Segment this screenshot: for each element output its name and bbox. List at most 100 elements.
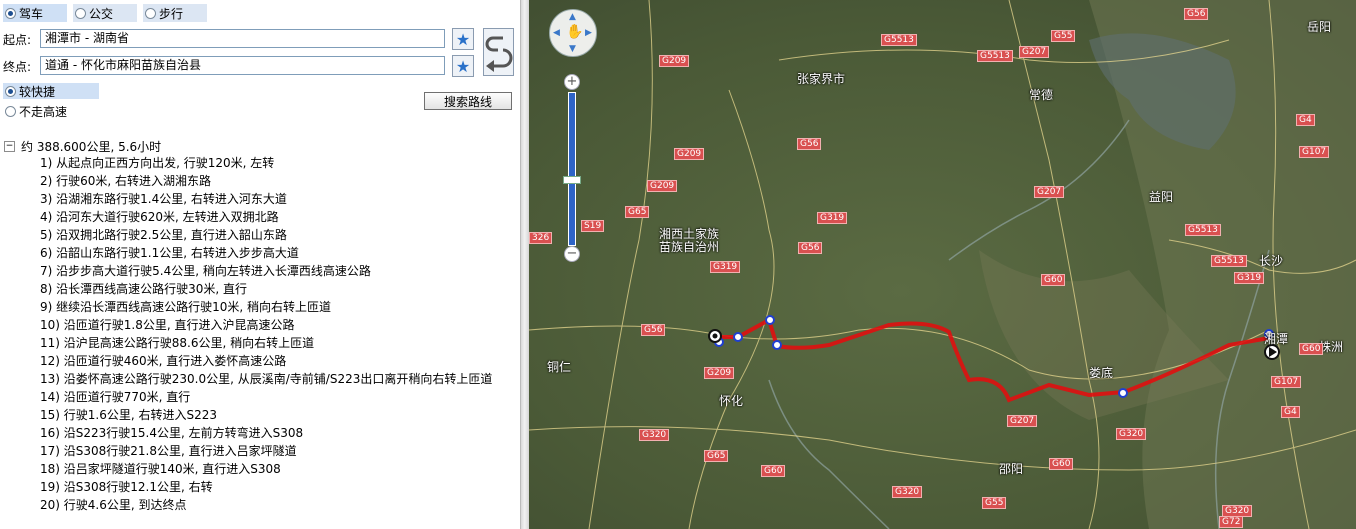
road-label: G5513: [1185, 224, 1221, 236]
radio-no-highway[interactable]: [5, 105, 16, 117]
city-label: 娄底: [1089, 366, 1114, 380]
radio-walk[interactable]: [145, 7, 156, 19]
route-step[interactable]: 14) 沿匝道行驶770米, 直行: [40, 388, 492, 406]
road-label: G5513: [1211, 255, 1247, 267]
mode-transit[interactable]: 公交: [73, 4, 137, 22]
road-label: G4: [1281, 406, 1300, 418]
road-label: G320: [1116, 428, 1147, 440]
road-label: G209: [659, 55, 690, 67]
road-label: 326: [529, 232, 553, 244]
city-label: 益阳: [1149, 190, 1174, 204]
option-fastest[interactable]: 较快捷: [3, 83, 99, 99]
road-label: G209: [647, 180, 678, 192]
route-step[interactable]: 9) 继续沿长潭西线高速公路行驶10米, 稍向右转上匝道: [40, 298, 492, 316]
city-label: 湘西土家族苗族自治州: [659, 227, 720, 254]
road-label: G4: [1296, 114, 1315, 126]
road-label: G65: [704, 450, 729, 462]
road-label: S19: [581, 220, 605, 232]
road-label: G319: [710, 261, 741, 273]
city-label: 铜仁: [547, 360, 572, 374]
road-label: G207: [1007, 415, 1038, 427]
end-favorite-star-icon[interactable]: ★: [452, 55, 474, 77]
map-pan-control[interactable]: ▲ ▼ ◀ ▶ ✋: [549, 9, 597, 57]
zoom-in-button[interactable]: +: [564, 74, 580, 90]
route-step[interactable]: 2) 行驶60米, 右转进入湖湘东路: [40, 172, 492, 190]
end-input[interactable]: 道通 - 怀化市麻阳苗族自治县: [40, 56, 445, 75]
map-labels: 张家界市 常德 湘西土家族苗族自治州 益阳 长沙 娄底 怀化 铜仁 邵阳 株洲 岳阳 湘潭 G56 G55…: [529, 0, 1356, 529]
hand-icon: ✋: [566, 24, 584, 40]
route-step[interactable]: 19) 沿S308行驶12.1公里, 右转: [40, 478, 492, 496]
search-route-button[interactable]: 搜索路线: [424, 92, 512, 110]
route-step[interactable]: 7) 沿步步高大道行驶5.4公里, 稍向左转进入长潭西线高速公路: [40, 262, 492, 280]
option-no-highway[interactable]: 不走高速: [3, 103, 99, 119]
road-label: G56: [797, 138, 822, 150]
route-step[interactable]: 8) 沿长潭西线高速公路行驶30米, 直行: [40, 280, 492, 298]
radio-transit[interactable]: [75, 7, 86, 19]
zoom-out-button[interactable]: −: [564, 246, 580, 262]
pan-down-icon[interactable]: ▼: [569, 45, 576, 54]
route-step[interactable]: 20) 行驶4.6公里, 到达终点: [40, 496, 492, 514]
zoom-slider-thumb[interactable]: [563, 176, 581, 184]
road-label: G209: [674, 148, 705, 160]
pan-right-icon[interactable]: ▶: [585, 29, 592, 38]
road-label: G5513: [881, 34, 917, 46]
road-label: G65: [625, 206, 650, 218]
zoom-slider[interactable]: [568, 92, 576, 246]
route-step[interactable]: 12) 沿匝道行驶460米, 直行进入娄怀高速公路: [40, 352, 492, 370]
road-label: G107: [1271, 376, 1302, 388]
road-label: G72: [1219, 516, 1244, 528]
road-label: G55: [982, 497, 1007, 509]
option-fastest-label: 较快捷: [19, 84, 56, 99]
pan-left-icon[interactable]: ◀: [553, 29, 560, 38]
mode-drive[interactable]: 驾车: [3, 4, 67, 22]
route-step[interactable]: 17) 沿S308行驶21.8公里, 直行进入吕家坪隧道: [40, 442, 492, 460]
road-label: G55: [1051, 30, 1076, 42]
road-label: G60: [1049, 458, 1074, 470]
road-label: G107: [1299, 146, 1330, 158]
mode-walk-label: 步行: [159, 6, 184, 21]
road-label: G60: [1299, 343, 1324, 355]
end-label: 终点:: [3, 60, 32, 74]
road-label: G209: [704, 367, 735, 379]
road-label: G56: [641, 324, 666, 336]
radio-fastest[interactable]: [5, 85, 16, 97]
mode-transit-label: 公交: [89, 6, 114, 21]
route-step[interactable]: 5) 沿双拥北路行驶2.5公里, 直行进入韶山东路: [40, 226, 492, 244]
route-step[interactable]: 16) 沿S223行驶15.4公里, 左前方转弯进入S308: [40, 424, 492, 442]
road-label: G5513: [977, 50, 1013, 62]
city-label: 湘潭: [1264, 332, 1289, 346]
road-label: G319: [817, 212, 848, 224]
route-panel: 驾车 公交 步行 起点: 湘潭市 - 湖南省 ★ 终点: 道通 - 怀化市麻阳苗…: [0, 0, 520, 529]
city-label: 常德: [1029, 88, 1054, 102]
route-step[interactable]: 10) 沿匝道行驶1.8公里, 直行进入沪昆高速公路: [40, 316, 492, 334]
start-favorite-star-icon[interactable]: ★: [452, 28, 474, 50]
city-label: 岳阳: [1307, 20, 1332, 34]
route-step[interactable]: 11) 沿沪昆高速公路行驶88.6公里, 稍向右转上匝道: [40, 334, 492, 352]
mode-walk[interactable]: 步行: [143, 4, 207, 22]
road-label: G207: [1034, 186, 1065, 198]
route-step[interactable]: 3) 沿湖湘东路行驶1.4公里, 右转进入河东大道: [40, 190, 492, 208]
radio-drive[interactable]: [5, 7, 16, 19]
city-label: 长沙: [1259, 254, 1284, 268]
pan-up-icon[interactable]: ▲: [569, 13, 576, 22]
road-label: G60: [761, 465, 786, 477]
collapse-toggle-icon[interactable]: −: [4, 141, 15, 152]
start-label: 起点:: [3, 33, 32, 47]
road-label: G320: [639, 429, 670, 441]
route-step[interactable]: 15) 行驶1.6公里, 右转进入S223: [40, 406, 492, 424]
route-step[interactable]: 6) 沿韶山东路行驶1.1公里, 右转进入步步高大道: [40, 244, 492, 262]
road-label: G56: [798, 242, 823, 254]
road-label: G319: [1234, 272, 1265, 284]
road-label: G56: [1184, 8, 1209, 20]
satellite-map[interactable]: 张家界市 常德 湘西土家族苗族自治州 益阳 长沙 娄底 怀化 铜仁 邵阳 株洲 岳阳 湘潭 G56 G55…: [529, 0, 1356, 529]
route-step[interactable]: 18) 沿吕家坪隧道行驶140米, 直行进入S308: [40, 460, 492, 478]
route-steps: 1) 从起点向正西方向出发, 行驶120米, 左转 2) 行驶60米, 右转进入湖…: [40, 154, 492, 514]
route-step[interactable]: 4) 沿河东大道行驶620米, 左转进入双拥北路: [40, 208, 492, 226]
road-label: G207: [1019, 46, 1050, 58]
swap-arrow-icon: [485, 36, 513, 72]
city-label: 邵阳: [999, 462, 1024, 476]
swap-route-button[interactable]: [483, 28, 514, 76]
route-step[interactable]: 1) 从起点向正西方向出发, 行驶120米, 左转: [40, 154, 492, 172]
start-input[interactable]: 湘潭市 - 湖南省: [40, 29, 445, 48]
route-step[interactable]: 13) 沿娄怀高速公路行驶230.0公里, 从辰溪南/寺前铺/S223出口离开稍…: [40, 370, 492, 388]
